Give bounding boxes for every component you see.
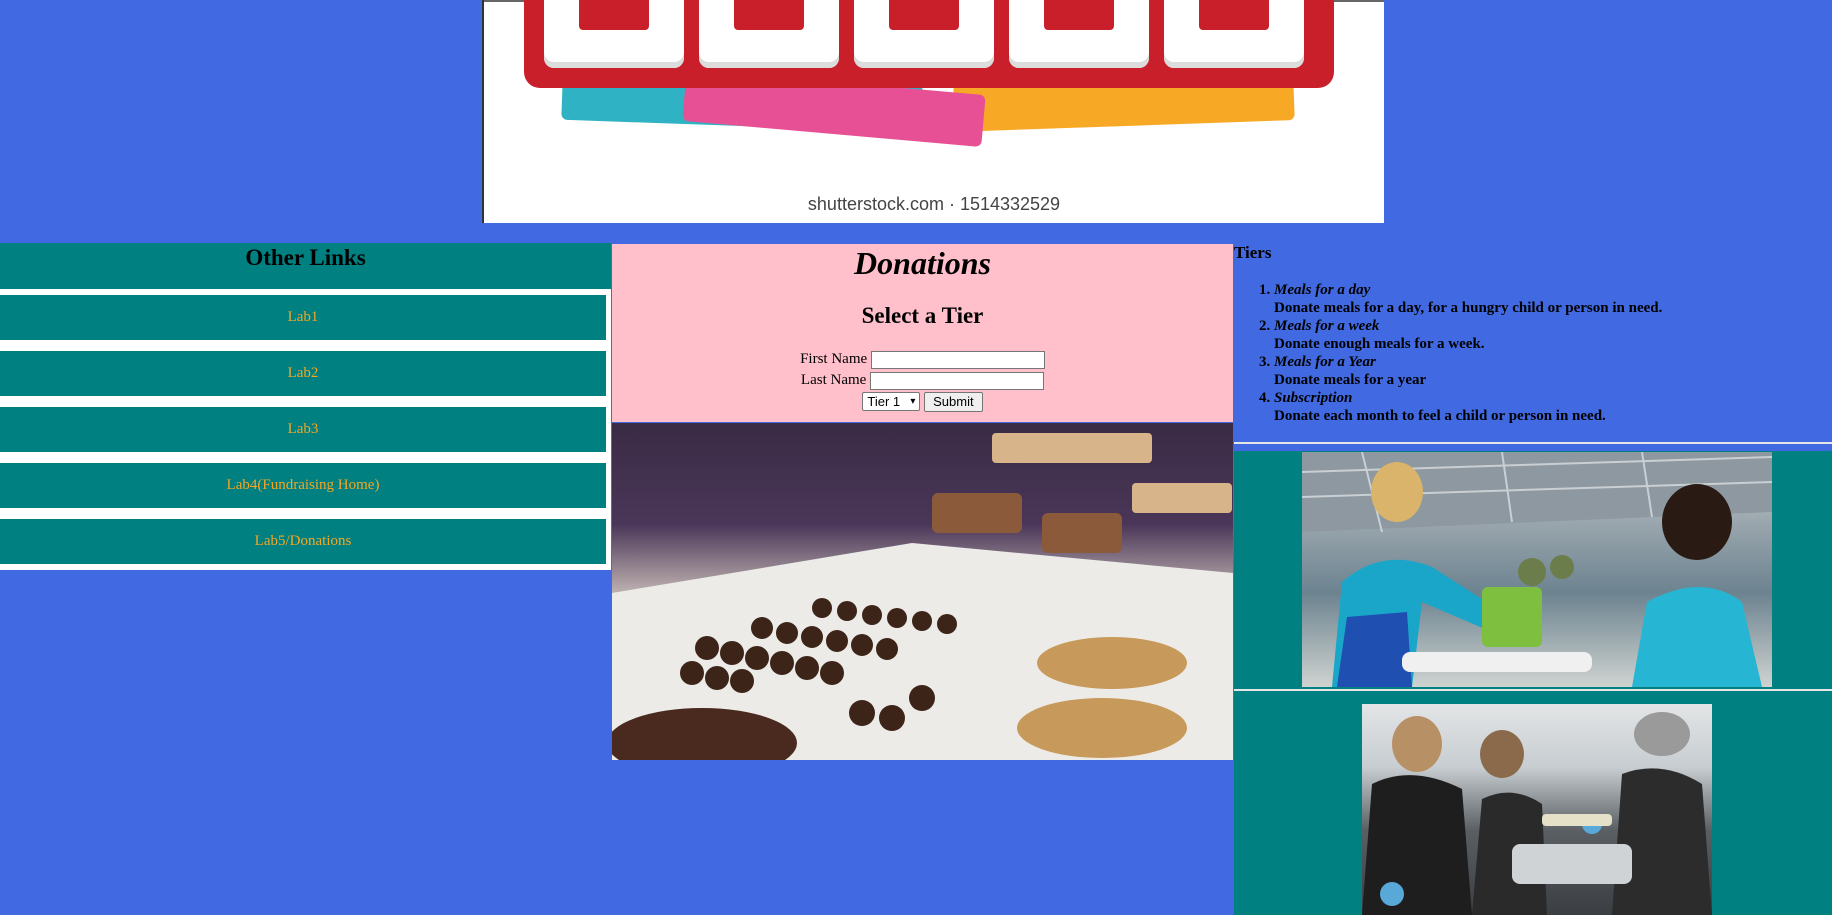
tiers-divider (1234, 442, 1832, 444)
tier-desc: Donate enough meals for a week. (1274, 336, 1485, 352)
tier-desc: Donate meals for a year (1274, 372, 1427, 388)
submit-button[interactable]: Submit (924, 391, 983, 412)
tiers-section: Tiers Meals for a day Donate meals for a… (1234, 243, 1832, 441)
banner-credit-text: shutterstock.com · 1514332529 (807, 194, 1061, 214)
first-name-row: First Name (612, 349, 1233, 369)
tier-desc: Donate meals for a day, for a hungry chi… (1274, 300, 1663, 316)
event-banner-image: shutterstock.com · 1514332529 (482, 0, 1384, 223)
donations-form-panel: Donations Select a Tier First Name Last … (612, 244, 1233, 422)
tier-name: Meals for a week (1274, 318, 1380, 334)
tier-select-value: Tier 1 (867, 394, 901, 410)
last-name-input[interactable] (870, 371, 1045, 390)
tier-name: Meals for a day (1274, 282, 1371, 298)
tier-name: Meals for a Year (1274, 354, 1376, 370)
donations-title: Donations (854, 245, 991, 281)
tier-submit-row: Tier 1 ▾ Submit (612, 391, 1233, 412)
tier-desc: Donate each month to feel a child or per… (1274, 408, 1606, 424)
food-line-illustration (1362, 712, 1712, 915)
banner-tile (1009, 0, 1149, 68)
tier-select[interactable]: Tier 1 ▾ (862, 392, 921, 412)
photos-panel (1234, 451, 1832, 915)
nav-link-lab1[interactable]: Lab1 (0, 295, 606, 340)
first-name-label: First Name (800, 351, 868, 367)
tier-item: Subscription Donate each month to feel a… (1274, 389, 1662, 425)
last-name-row: Last Name (612, 370, 1233, 390)
first-name-input[interactable] (870, 350, 1045, 369)
banner-letter-tiles (544, 0, 1324, 68)
tier-item: Meals for a Year Donate meals for a year (1274, 353, 1662, 389)
tiers-title: Tiers (1234, 243, 1272, 262)
food-line-photo (1362, 704, 1712, 915)
nav-link-lab4[interactable]: Lab4(Fundraising Home) (0, 463, 606, 508)
tiers-list: Meals for a day Donate meals for a day, … (1234, 281, 1662, 425)
chevron-down-icon: ▾ (910, 396, 916, 408)
nav-link-lab5[interactable]: Lab5/Donations (0, 519, 606, 564)
bake-sale-photo (612, 423, 1233, 760)
volunteer-serving-photo (1302, 452, 1772, 687)
tier-name: Subscription (1274, 390, 1353, 406)
tier-item: Meals for a day Donate meals for a day, … (1274, 281, 1662, 317)
last-name-label: Last Name (800, 372, 867, 388)
select-tier-heading: Select a Tier (861, 303, 984, 328)
nav-link-lab2[interactable]: Lab2 (0, 351, 606, 396)
nav-link-lab3[interactable]: Lab3 (0, 407, 606, 452)
banner-tile (1164, 0, 1304, 68)
banner-tile (544, 0, 684, 68)
page: shutterstock.com · 1514332529 Other Link… (0, 0, 1832, 915)
banner-tile (699, 0, 839, 68)
photos-divider (1234, 689, 1832, 691)
bake-sale-illustration (612, 433, 1233, 760)
nav-title: Other Links (0, 243, 611, 289)
tier-item: Meals for a week Donate enough meals for… (1274, 317, 1662, 353)
volunteer-illustration (1302, 452, 1772, 687)
banner-tile (854, 0, 994, 68)
other-links-nav: Other Links Lab1 Lab2 Lab3 Lab4(Fundrais… (0, 243, 611, 570)
